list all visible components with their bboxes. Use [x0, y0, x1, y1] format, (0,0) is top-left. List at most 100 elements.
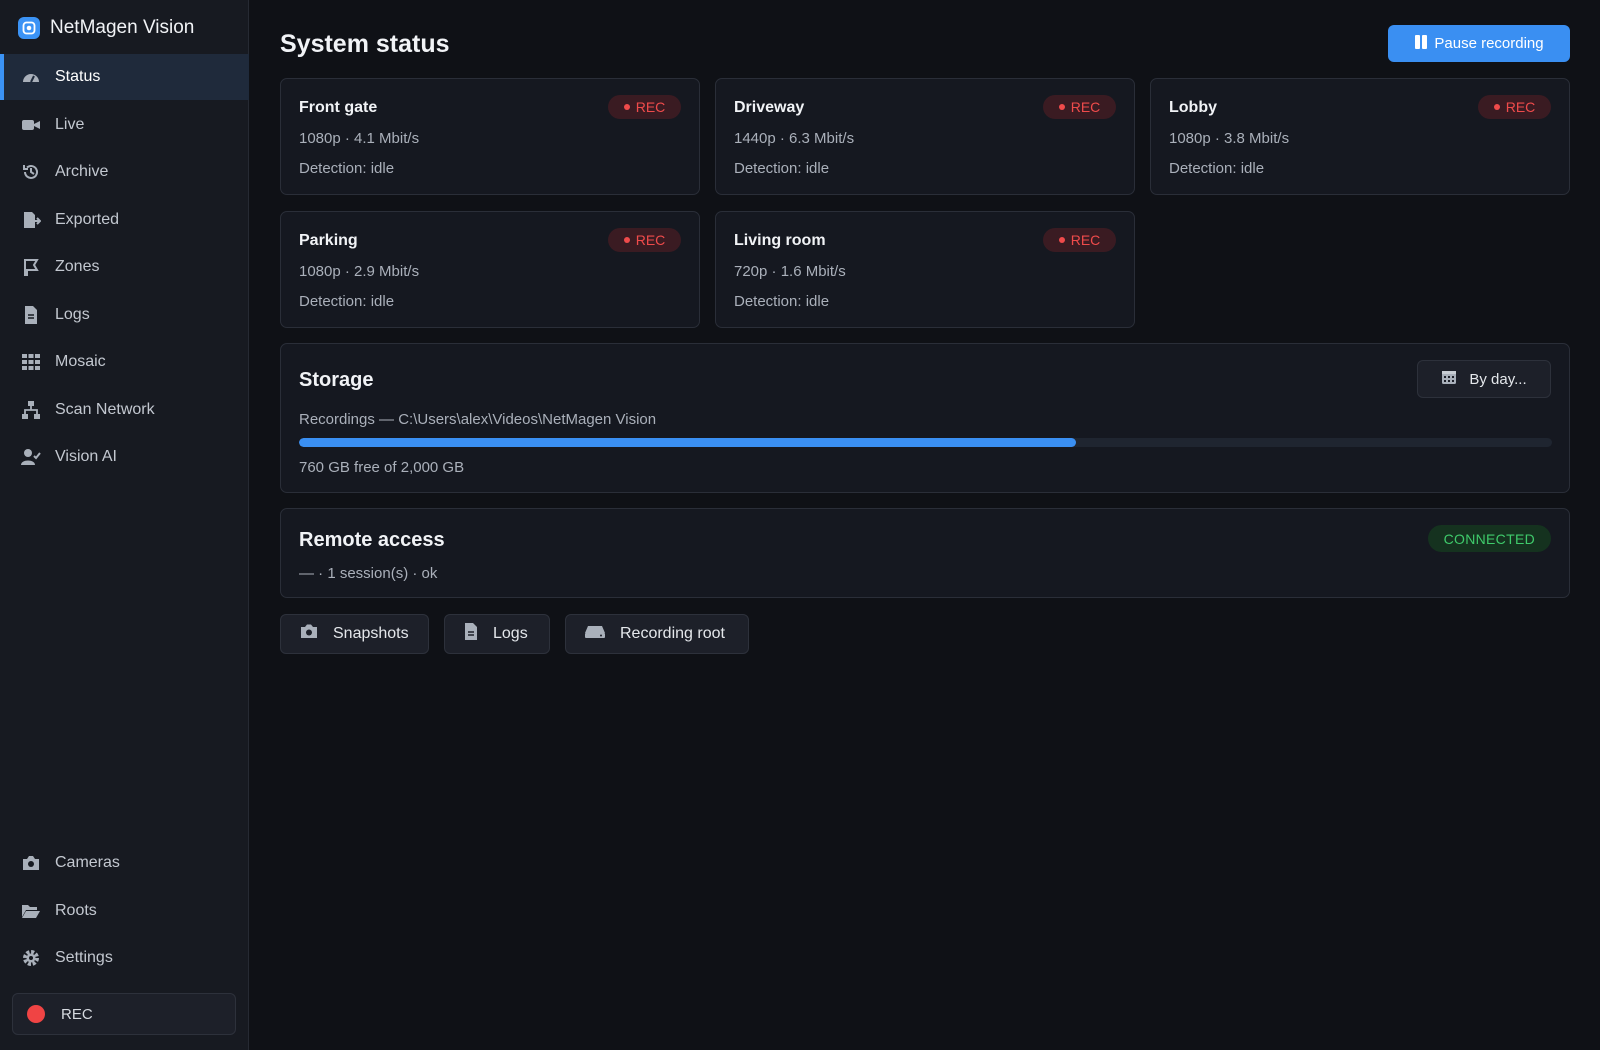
network-icon: [21, 400, 41, 420]
camera-detection: Detection: idle: [299, 160, 395, 177]
camera-detection: Detection: idle: [299, 293, 395, 310]
camera-card[interactable]: Parking REC 1080p · 2.9 Mbit/s Detection…: [280, 211, 700, 328]
sidebar-item-label: Settings: [55, 949, 113, 966]
document-icon: [21, 305, 41, 325]
camera-card[interactable]: Driveway REC 1440p · 6.3 Mbit/s Detectio…: [715, 78, 1135, 195]
sidebar-item-status[interactable]: Status: [0, 54, 249, 100]
sidebar-item-label: Zones: [55, 258, 100, 275]
by-day-button[interactable]: By day...: [1417, 360, 1551, 398]
rec-badge: REC: [1043, 228, 1116, 252]
camera-card[interactable]: Living room REC 720p · 1.6 Mbit/s Detect…: [715, 211, 1135, 328]
file-export-icon: [21, 210, 41, 230]
recording-root-button[interactable]: Recording root: [565, 614, 749, 654]
gauge-icon: [21, 67, 41, 87]
rec-dot-icon: [623, 104, 630, 110]
folder-open-icon: [21, 901, 41, 921]
sidebar-item-settings[interactable]: Settings: [0, 935, 249, 981]
sidebar-item-cameras[interactable]: Cameras: [0, 840, 249, 886]
hard-drive-icon: [584, 624, 606, 645]
page-title: System status: [280, 30, 450, 58]
rec-badge-label: REC: [1070, 232, 1101, 248]
sidebar-item-exported[interactable]: Exported: [0, 197, 249, 243]
remote-access-panel: Remote access — · 1 session(s) · ok CONN…: [280, 508, 1570, 598]
camera-detection: Detection: idle: [734, 160, 830, 177]
storage-usage-fill: [299, 438, 1076, 447]
rec-dot-icon: [1058, 104, 1065, 110]
storage-free-text: 760 GB free of 2,000 GB: [299, 459, 465, 476]
rec-badge: REC: [1478, 95, 1551, 119]
user-check-icon: [21, 447, 41, 467]
camera-name: Parking: [299, 232, 358, 249]
camera-name: Driveway: [734, 99, 805, 116]
camera-spec: 1440p · 6.3 Mbit/s: [734, 130, 855, 147]
sidebar-item-label: Archive: [55, 163, 109, 180]
sidebar-item-label: Cameras: [55, 854, 120, 871]
storage-title: Storage: [299, 369, 374, 391]
rec-status-indicator[interactable]: REC: [12, 993, 236, 1035]
sidebar-item-zones[interactable]: Zones: [0, 244, 249, 290]
camera-spec: 1080p · 4.1 Mbit/s: [299, 130, 420, 147]
snapshots-button[interactable]: Snapshots: [280, 614, 429, 654]
calendar-icon: [1441, 369, 1457, 389]
sidebar-nav: Status Live Archive Exported Zones Logs …: [0, 54, 249, 482]
camera-card[interactable]: Front gate REC 1080p · 4.1 Mbit/s Detect…: [280, 78, 700, 195]
brand: NetMagen Vision: [18, 14, 194, 42]
app-logo-icon: [18, 17, 40, 39]
rec-badge: REC: [1043, 95, 1116, 119]
video-camera-icon: [21, 115, 41, 135]
pause-recording-button[interactable]: Pause recording: [1388, 25, 1570, 62]
sidebar-item-mosaic[interactable]: Mosaic: [0, 339, 249, 385]
document-icon: [463, 622, 479, 646]
rec-badge: REC: [608, 228, 681, 252]
zone-flag-icon: [21, 257, 41, 277]
logs-label: Logs: [493, 625, 528, 642]
camera-card[interactable]: Lobby REC 1080p · 3.8 Mbit/s Detection: …: [1150, 78, 1570, 195]
app-title: NetMagen Vision: [50, 17, 195, 38]
connection-status-badge: CONNECTED: [1427, 525, 1551, 552]
sidebar-item-vision-ai[interactable]: Vision AI: [0, 434, 249, 480]
pause-recording-label: Pause recording: [1434, 35, 1544, 52]
grid-icon: [21, 352, 41, 372]
sidebar-item-label: Exported: [55, 210, 120, 228]
remote-access-summary: — · 1 session(s) · ok: [299, 565, 438, 582]
rec-status-label: REC: [61, 1005, 93, 1023]
recordings-path: Recordings — C:\Users\alex\Videos\NetMag…: [299, 411, 657, 428]
camera-detection: Detection: idle: [734, 293, 830, 310]
camera-spec: 1080p · 2.9 Mbit/s: [299, 263, 420, 280]
camera-icon: [21, 853, 41, 873]
sidebar-item-label: Logs: [55, 305, 90, 323]
sidebar-item-label: Roots: [55, 901, 97, 919]
camera-spec: 720p · 1.6 Mbit/s: [734, 263, 846, 280]
pause-icon: [1414, 34, 1428, 54]
main-content: System status Pause recording Front gate…: [280, 0, 1570, 1050]
sidebar-item-label: Vision AI: [55, 448, 117, 465]
storage-panel: Storage By day... Recordings — C:\Users\…: [280, 343, 1570, 493]
recording-root-label: Recording root: [620, 625, 725, 642]
sidebar-item-archive[interactable]: Archive: [0, 149, 249, 195]
rec-badge-label: REC: [1070, 99, 1101, 115]
sidebar-item-scan-network[interactable]: Scan Network: [0, 387, 249, 433]
sidebar-item-logs[interactable]: Logs: [0, 292, 249, 338]
sidebar-bottom-nav: Cameras Roots Settings: [0, 840, 249, 983]
logs-button[interactable]: Logs: [444, 614, 550, 654]
sidebar-item-label: Live: [55, 115, 85, 133]
rec-badge: REC: [608, 95, 681, 119]
history-icon: [21, 162, 41, 182]
storage-usage-bar: [299, 438, 1552, 447]
camera-detection: Detection: idle: [1169, 160, 1265, 177]
camera-name: Living room: [734, 232, 826, 249]
snapshots-label: Snapshots: [333, 625, 409, 642]
sidebar: NetMagen Vision Status Live Archive Expo…: [0, 0, 249, 1050]
sidebar-item-live[interactable]: Live: [0, 102, 249, 148]
camera-name: Front gate: [299, 99, 378, 116]
sidebar-item-label: Mosaic: [55, 353, 106, 370]
by-day-label: By day...: [1469, 370, 1527, 388]
rec-dot-icon: [27, 1005, 45, 1023]
rec-dot-icon: [1493, 104, 1500, 110]
rec-dot-icon: [623, 237, 630, 243]
camera-icon: [299, 623, 319, 645]
sidebar-item-label: Scan Network: [55, 400, 155, 418]
sidebar-item-roots[interactable]: Roots: [0, 888, 249, 934]
camera-name: Lobby: [1169, 99, 1217, 116]
rec-badge-label: REC: [1505, 99, 1536, 115]
